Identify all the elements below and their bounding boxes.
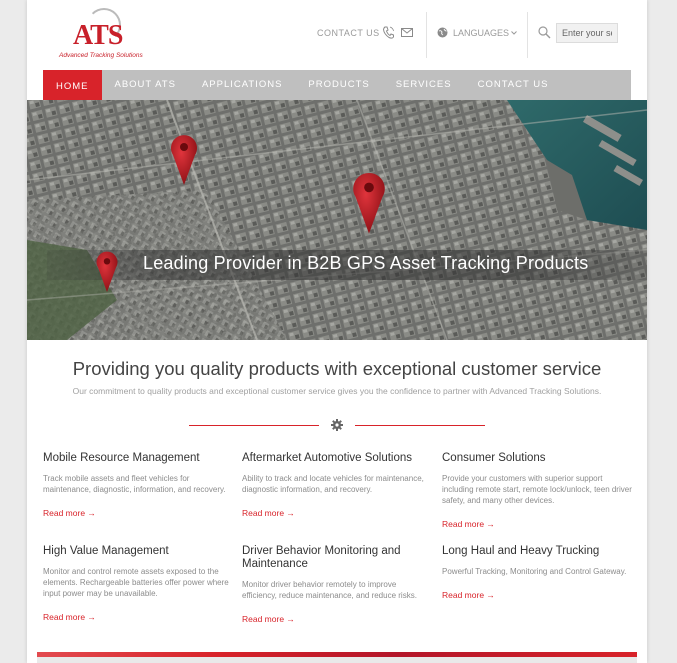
footer-strip: [37, 657, 637, 663]
map-pin-icon: [353, 172, 385, 234]
intro-subtitle: Our commitment to quality products and e…: [72, 386, 602, 396]
nav-contact[interactable]: CONTACT US: [465, 70, 562, 100]
feature-desc: Monitor and control remote assets expose…: [43, 567, 229, 598]
feature-desc: Provide your customers with superior sup…: [442, 474, 632, 505]
feature-consumer: Consumer Solutions Provide your customer…: [442, 452, 632, 532]
search-input[interactable]: [556, 23, 618, 43]
logo-text: ATS: [73, 20, 123, 51]
feature-desc: Track mobile assets and fleet vehicles f…: [43, 474, 226, 494]
chevron-down-icon[interactable]: [511, 31, 517, 35]
phone-icon[interactable]: [382, 26, 394, 40]
feature-title: Long Haul and Heavy Trucking: [442, 545, 600, 557]
header-contact-link[interactable]: CONTACT US: [317, 28, 380, 38]
feature-aftermarket: Aftermarket Automotive Solutions Ability…: [242, 452, 432, 521]
feature-mobile-resource: Mobile Resource Management Track mobile …: [43, 452, 233, 521]
globe-icon: [437, 27, 448, 38]
feature-title: Driver Behavior Monitoring and Maintenan…: [242, 545, 401, 570]
hero-banner[interactable]: Leading Provider in B2B GPS Asset Tracki…: [27, 100, 647, 340]
header-separator: [527, 12, 528, 58]
feature-high-value: High Value Management Monitor and contro…: [43, 545, 233, 625]
read-more-link[interactable]: Read more →: [43, 612, 96, 622]
intro-title: Providing you quality products with exce…: [72, 358, 602, 379]
feature-driver-behavior: Driver Behavior Monitoring and Maintenan…: [242, 545, 432, 627]
feature-title: Mobile Resource Management: [43, 452, 200, 464]
ats-logo[interactable]: ATS Advanced Tracking Solutions: [57, 8, 147, 64]
divider-line: [355, 425, 485, 426]
nav-services[interactable]: SERVICES: [383, 70, 465, 100]
map-pin-icon: [171, 135, 197, 185]
search-icon[interactable]: [538, 26, 551, 39]
feature-desc: Monitor driver behavior remotely to impr…: [242, 580, 417, 600]
mail-icon[interactable]: [401, 28, 413, 37]
nav-applications[interactable]: APPLICATIONS: [189, 70, 295, 100]
feature-title: Aftermarket Automotive Solutions: [242, 452, 413, 464]
map-pin-icon: [96, 251, 118, 292]
read-more-link[interactable]: Read more →: [242, 614, 295, 624]
logo-tagline: Advanced Tracking Solutions: [59, 52, 143, 59]
gear-icon: [331, 419, 343, 431]
page: ATS Advanced Tracking Solutions CONTACT …: [27, 0, 647, 663]
read-more-link[interactable]: Read more →: [242, 508, 295, 518]
feature-desc: Ability to track and locate vehicles for…: [242, 474, 424, 494]
languages-dropdown[interactable]: LANGUAGES: [453, 28, 509, 38]
nav-products[interactable]: PRODUCTS: [295, 70, 382, 100]
main-nav: HOME ABOUT ATS APPLICATIONS PRODUCTS SER…: [43, 70, 631, 105]
feature-title: Consumer Solutions: [442, 452, 546, 464]
hero-caption: Leading Provider in B2B GPS Asset Tracki…: [143, 253, 589, 273]
read-more-link[interactable]: Read more →: [442, 519, 495, 529]
read-more-link[interactable]: Read more →: [442, 590, 495, 600]
read-more-link[interactable]: Read more →: [43, 508, 96, 518]
feature-desc: Powerful Tracking, Monitoring and Contro…: [442, 567, 627, 576]
nav-about[interactable]: ABOUT ATS: [102, 70, 189, 100]
divider-line: [189, 425, 319, 426]
feature-long-haul: Long Haul and Heavy Trucking Powerful Tr…: [442, 545, 632, 603]
hero-map-image: [27, 100, 647, 340]
header-separator: [426, 12, 427, 58]
feature-title: High Value Management: [43, 545, 169, 557]
